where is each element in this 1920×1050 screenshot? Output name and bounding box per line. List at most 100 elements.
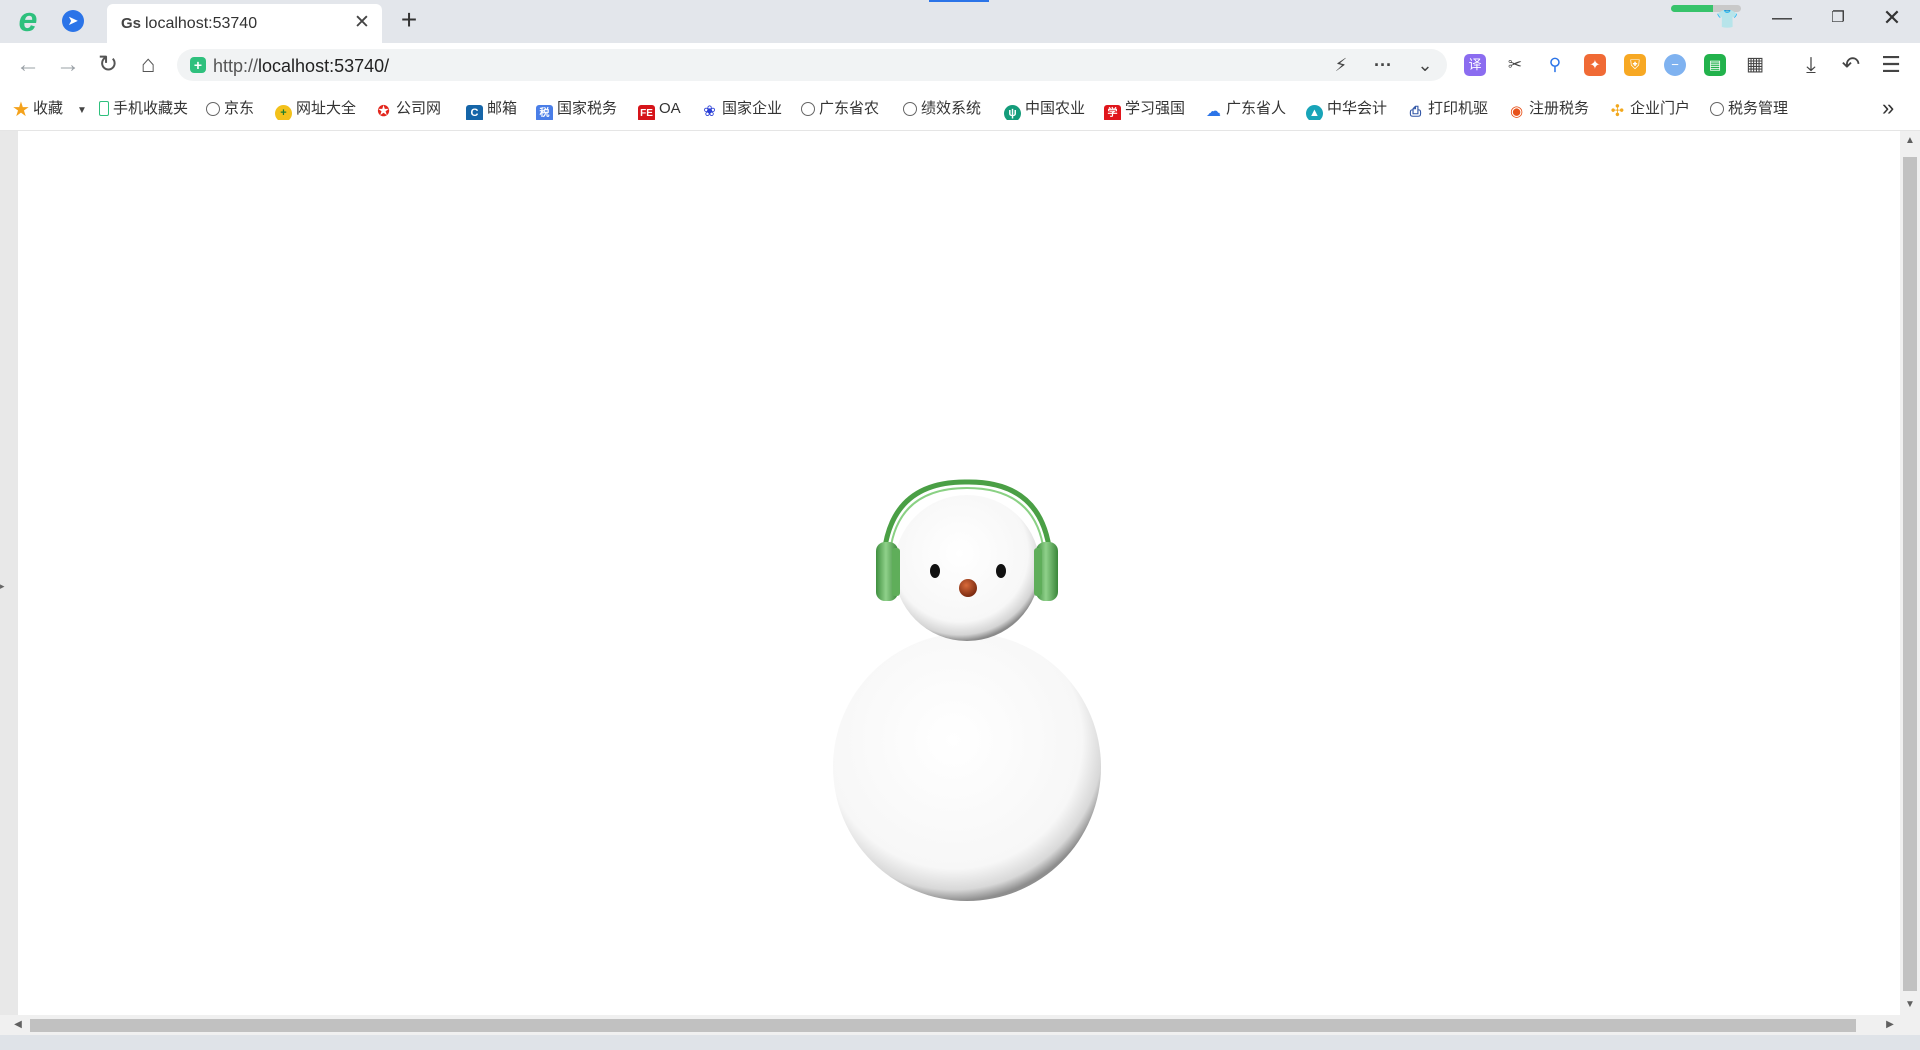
headphone-left-pad bbox=[892, 548, 900, 596]
content-viewport: ▸ ▲ ▼ ◀ ▶ bbox=[0, 131, 1920, 1050]
bookmarks-bar: ★ 收藏 ▼ 手机收藏夹 京东 + 网址大全 ✪ 公司网 C 邮箱 税国家税务 FE OA … bbox=[0, 86, 1920, 131]
bookmark-hao123[interactable]: + 网址大全 bbox=[275, 98, 365, 120]
reload-icon[interactable]: ↻ bbox=[94, 51, 122, 79]
back-arrow-icon[interactable]: ← bbox=[14, 51, 42, 79]
weibo-icon: ◉ bbox=[1509, 103, 1524, 120]
title-bar: e ➤ Gs localhost:53740 ✕ + 👕 — ❐ ✕ bbox=[0, 0, 1920, 43]
bookmark-xuexi[interactable]: 学学习强国 bbox=[1104, 98, 1192, 120]
restore-button[interactable]: ❐ bbox=[1818, 4, 1858, 32]
snowman-left-eye bbox=[930, 564, 940, 578]
printer-icon: ⎙ bbox=[1409, 103, 1422, 119]
vertical-scrollbar[interactable]: ▲ ▼ bbox=[1900, 131, 1920, 1015]
tab-localhost[interactable]: Gs localhost:53740 ✕ bbox=[107, 4, 382, 43]
new-tab-button[interactable]: + bbox=[396, 6, 422, 34]
bookmark-performance[interactable]: 绩效系统 bbox=[903, 98, 987, 120]
apps-grid-icon[interactable]: ▦ bbox=[1744, 54, 1766, 76]
status-bar bbox=[0, 1035, 1920, 1050]
bookmark-label: 公司网 bbox=[396, 100, 442, 117]
bookmark-mobile[interactable]: 手机收藏夹 bbox=[99, 98, 194, 120]
close-window-button[interactable]: ✕ bbox=[1872, 4, 1912, 32]
home-icon[interactable]: ⌂ bbox=[134, 51, 162, 79]
skin-shirt-icon[interactable]: 👕 bbox=[1716, 8, 1738, 30]
scissors-icon[interactable]: ✂ bbox=[1504, 54, 1526, 76]
tab-close-icon[interactable]: ✕ bbox=[352, 13, 372, 33]
url-host: localhost:53740/ bbox=[258, 56, 390, 76]
address-bar[interactable]: + http://localhost:53740/ ⚡ ··· ⌄ bbox=[177, 49, 1447, 81]
bookmark-label: 邮箱 bbox=[487, 100, 518, 117]
address-toolbar: ← → ↻ ⌂ + http://localhost:53740/ ⚡ ··· … bbox=[0, 43, 1920, 86]
globe-icon bbox=[801, 102, 815, 116]
fe-icon: FE bbox=[638, 105, 655, 120]
bookmark-mail[interactable]: C 邮箱 bbox=[466, 98, 528, 120]
horizontal-scroll-thumb[interactable] bbox=[30, 1019, 1856, 1032]
site-secure-icon[interactable]: + bbox=[190, 57, 206, 73]
skin-progress-fill bbox=[1671, 5, 1713, 12]
download-icon[interactable]: ⤓ bbox=[1798, 52, 1824, 78]
phone-icon bbox=[99, 101, 109, 116]
paw-icon: ❀ bbox=[703, 103, 716, 120]
account-icon: ▲ bbox=[1306, 105, 1323, 120]
bookmark-cta[interactable]: ◉ 注册税务 bbox=[1508, 98, 1592, 120]
agri-icon: ψ bbox=[1004, 105, 1021, 120]
bookmarks-overflow-icon[interactable]: » bbox=[1882, 96, 1894, 120]
bookmark-gd-agri[interactable]: 广东省农 bbox=[801, 98, 885, 120]
bookmark-accounting[interactable]: ▲ 中华会计 bbox=[1306, 98, 1390, 120]
browser-logo-icon[interactable]: e bbox=[12, 3, 44, 37]
minimize-button[interactable]: — bbox=[1762, 4, 1802, 32]
menu-icon[interactable]: ☰ bbox=[1878, 52, 1904, 78]
globe-icon bbox=[903, 102, 917, 116]
scroll-up-icon[interactable]: ▲ bbox=[1900, 131, 1920, 151]
speed-mode-icon[interactable]: ⚡ bbox=[1329, 53, 1353, 77]
bookmark-label: 广东省人 bbox=[1226, 100, 1287, 117]
plus-circle-icon: + bbox=[275, 105, 292, 120]
pinwheel-icon: ✣ bbox=[1610, 103, 1625, 120]
bookmark-printer[interactable]: ⎙ 打印机驱 bbox=[1407, 98, 1491, 120]
scroll-left-icon[interactable]: ◀ bbox=[8, 1015, 28, 1035]
translate-icon[interactable]: 译 bbox=[1464, 54, 1486, 76]
minus-circle-icon[interactable]: − bbox=[1664, 54, 1686, 76]
scroll-down-icon[interactable]: ▼ bbox=[1900, 995, 1920, 1015]
bookmark-label: 学习强国 bbox=[1125, 100, 1186, 117]
bookmark-label: 广东省农 bbox=[819, 100, 880, 117]
url-prefix: http:// bbox=[213, 56, 259, 76]
shield-icon[interactable]: ⛨ bbox=[1624, 54, 1646, 76]
reader-icon[interactable]: ▤ bbox=[1704, 54, 1726, 76]
bookmark-label: 国家税务 bbox=[557, 100, 618, 117]
bookmark-label: 注册税务 bbox=[1529, 100, 1590, 117]
undo-icon[interactable]: ↶ bbox=[1838, 52, 1864, 78]
bookmark-label: 中华会计 bbox=[1327, 100, 1388, 117]
vertical-scroll-thumb[interactable] bbox=[1903, 157, 1917, 991]
browser-window: e ➤ Gs localhost:53740 ✕ + 👕 — ❐ ✕ ← → ↻… bbox=[0, 0, 1920, 1050]
bookmark-label: OA bbox=[659, 100, 681, 117]
emblem-icon: ✪ bbox=[375, 103, 392, 120]
forward-arrow-icon[interactable]: → bbox=[54, 51, 82, 79]
bookmark-company[interactable]: ✪ 公司网 bbox=[375, 98, 451, 120]
search-icon[interactable]: ⚲ bbox=[1544, 54, 1566, 76]
cloud-icon: ☁ bbox=[1206, 103, 1221, 120]
send-icon[interactable]: ➤ bbox=[62, 10, 84, 32]
c-icon: C bbox=[466, 105, 483, 120]
snowman-body bbox=[833, 633, 1101, 901]
sidebar-toggle-icon[interactable]: ▸ bbox=[0, 581, 5, 592]
url-input[interactable]: http://localhost:53740/ bbox=[213, 56, 389, 76]
game-icon[interactable]: ✦ bbox=[1584, 54, 1606, 76]
chevron-down-icon[interactable]: ⌄ bbox=[1413, 53, 1437, 77]
xuexi-icon: 学 bbox=[1104, 105, 1121, 120]
horizontal-scrollbar[interactable]: ◀ ▶ bbox=[0, 1015, 1920, 1035]
bookmark-enterprise[interactable]: ❀ 国家企业 bbox=[701, 98, 785, 120]
bookmark-favorites[interactable]: ★ 收藏 ▼ bbox=[12, 98, 87, 120]
bookmark-oa[interactable]: FE OA bbox=[638, 98, 690, 120]
more-options-icon[interactable]: ··· bbox=[1371, 53, 1395, 77]
scroll-right-icon[interactable]: ▶ bbox=[1880, 1015, 1900, 1035]
bookmark-gd-hr[interactable]: ☁ 广东省人 bbox=[1205, 98, 1289, 120]
bookmark-tax-mgmt[interactable]: 税务管理 bbox=[1710, 98, 1794, 120]
snowman-scene bbox=[833, 479, 1101, 901]
bookmark-jd[interactable]: 京东 bbox=[206, 98, 268, 120]
bookmark-label: 国家企业 bbox=[722, 100, 783, 117]
bookmark-portal[interactable]: ✣ 企业门户 bbox=[1609, 98, 1699, 120]
bookmark-agri-bank[interactable]: ψ 中国农业 bbox=[1004, 98, 1088, 120]
bookmark-tax[interactable]: 税国家税务 bbox=[536, 98, 620, 120]
globe-icon bbox=[206, 102, 220, 116]
caret-down-icon[interactable]: ▼ bbox=[77, 105, 87, 116]
tax-icon: 税 bbox=[536, 105, 553, 120]
